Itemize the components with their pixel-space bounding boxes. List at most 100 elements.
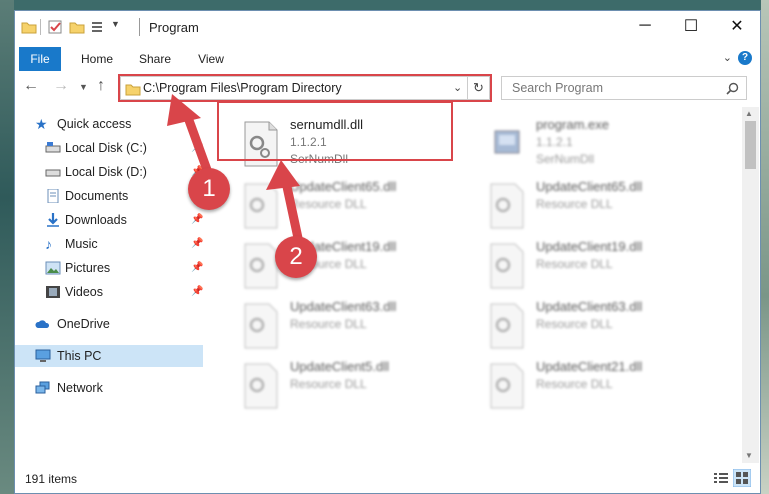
- file-name: UpdateClient65.dll: [290, 179, 397, 194]
- search-icon[interactable]: [726, 82, 739, 95]
- refresh-icon[interactable]: ↻: [473, 80, 484, 96]
- file-item[interactable]: UpdateClient5.dll Resource DLL: [235, 357, 475, 417]
- drive-icon: [45, 142, 61, 153]
- properties-icon[interactable]: [47, 19, 63, 35]
- pin-icon[interactable]: 📌: [191, 209, 203, 231]
- file-highlight-box: [217, 101, 453, 161]
- file-item-program-exe[interactable]: program.exe 1.1.2.1 SerNumDll: [481, 115, 721, 175]
- folder-icon: [21, 22, 37, 34]
- details-view-icon[interactable]: [713, 471, 729, 485]
- videos-icon: [46, 286, 60, 298]
- quick-access-dropdown-icon[interactable]: ▼: [111, 19, 120, 35]
- sidebar-item-downloads[interactable]: Downloads 📌: [15, 209, 203, 231]
- sidebar-item-local-disk-d[interactable]: Local Disk (D:) 📌: [15, 161, 203, 183]
- close-button[interactable]: ✕: [714, 11, 760, 41]
- minimize-button[interactable]: ─: [622, 11, 668, 41]
- step-1-badge: 1: [188, 168, 230, 210]
- address-dropdown-icon[interactable]: ⌄: [453, 81, 462, 94]
- forward-arrow-icon[interactable]: →: [53, 77, 69, 95]
- network-icon: [35, 381, 50, 394]
- recent-locations-icon[interactable]: ▼: [79, 82, 88, 92]
- sidebar-item-music[interactable]: ♪ Music 📌: [15, 233, 203, 255]
- ribbon-tabs: File Home Share View ⌄ ?: [15, 47, 760, 71]
- sidebar-item-network[interactable]: Network: [15, 377, 203, 399]
- scroll-thumb[interactable]: [745, 121, 756, 169]
- file-item[interactable]: UpdateClient63.dll Resource DLL: [235, 297, 475, 357]
- file-description: Resource DLL: [290, 317, 367, 331]
- up-arrow-icon[interactable]: ↑: [97, 77, 105, 95]
- tab-share[interactable]: Share: [133, 47, 177, 71]
- file-description: Resource DLL: [536, 257, 613, 271]
- star-icon: ★: [35, 116, 48, 132]
- file-item[interactable]: UpdateClient65.dll Resource DLL: [481, 177, 721, 237]
- step-2-badge: 2: [275, 236, 317, 278]
- dll-file-icon: [490, 303, 524, 349]
- sidebar-item-quick-access[interactable]: ★ Quick access: [15, 113, 203, 135]
- vertical-scrollbar[interactable]: ▲ ▼: [742, 107, 759, 463]
- sidebar-item-local-disk-c[interactable]: Local Disk (C:) 📌: [15, 137, 203, 159]
- expand-ribbon-icon[interactable]: ⌄: [723, 51, 732, 64]
- scroll-up-icon[interactable]: ▲: [745, 109, 753, 118]
- file-name: UpdateClient65.dll: [536, 179, 643, 194]
- file-item[interactable]: UpdateClient65.dll Resource DLL: [235, 177, 475, 237]
- status-bar: 191 items: [15, 463, 760, 493]
- exe-file-icon: [494, 130, 520, 154]
- tab-home[interactable]: Home: [75, 47, 119, 71]
- file-name: UpdateClient5.dll: [290, 359, 390, 374]
- item-count: 191 items: [25, 472, 78, 486]
- pin-icon[interactable]: 📌: [191, 257, 203, 279]
- title-separator: [139, 18, 140, 36]
- file-description: SerNumDll: [536, 152, 595, 166]
- sidebar-item-videos[interactable]: Videos 📌: [15, 281, 203, 303]
- title-bar: ▼ Program ─ ☐ ✕: [15, 11, 760, 41]
- onedrive-icon: [35, 320, 50, 328]
- tab-file[interactable]: File: [19, 47, 61, 71]
- search-box[interactable]: [501, 76, 747, 100]
- window-title: Program: [149, 20, 199, 35]
- drive-icon: [45, 169, 61, 177]
- maximize-button[interactable]: ☐: [668, 11, 714, 41]
- scroll-down-icon[interactable]: ▼: [745, 451, 753, 460]
- sidebar-item-this-pc[interactable]: This PC: [15, 345, 203, 367]
- documents-icon: [47, 189, 59, 203]
- pin-icon[interactable]: 📌: [191, 233, 203, 255]
- downloads-icon: [47, 213, 59, 227]
- file-description: Resource DLL: [536, 317, 613, 331]
- file-description: Resource DLL: [290, 197, 367, 211]
- tiles-view-icon[interactable]: [733, 469, 751, 487]
- navigation-pane: ★ Quick access Local Disk (C:) 📌 Local D…: [15, 107, 203, 463]
- dll-file-icon: [244, 183, 278, 229]
- file-item[interactable]: UpdateClient21.dll Resource DLL: [481, 357, 721, 417]
- explorer-window: ▼ Program ─ ☐ ✕ File Home Share View ⌄ ?…: [14, 10, 761, 494]
- file-name: program.exe: [536, 117, 609, 132]
- file-description: Resource DLL: [536, 377, 613, 391]
- file-name: UpdateClient63.dll: [536, 299, 643, 314]
- toolbar-separator: [40, 19, 41, 35]
- customize-toolbar-icon[interactable]: [91, 19, 107, 35]
- tab-view[interactable]: View: [189, 47, 233, 71]
- dll-file-icon: [244, 303, 278, 349]
- address-bar[interactable]: C:\Program Files\Program Directory ⌄ ↻: [120, 76, 490, 100]
- sidebar-item-documents[interactable]: Documents 📌: [15, 185, 203, 207]
- pictures-icon: [45, 261, 61, 275]
- new-folder-icon[interactable]: [69, 19, 85, 35]
- file-name: UpdateClient19.dll: [536, 239, 643, 254]
- sidebar-item-onedrive[interactable]: OneDrive: [15, 313, 203, 335]
- address-path: C:\Program Files\Program Directory: [143, 81, 342, 95]
- sidebar-item-pictures[interactable]: Pictures 📌: [15, 257, 203, 279]
- file-item[interactable]: UpdateClient19.dll Resource DLL: [481, 237, 721, 297]
- pin-icon[interactable]: 📌: [191, 281, 203, 303]
- pc-icon: [35, 349, 51, 362]
- file-name: UpdateClient63.dll: [290, 299, 397, 314]
- file-item[interactable]: UpdateClient19.dll Resource DLL: [235, 237, 475, 297]
- back-arrow-icon[interactable]: ←: [23, 77, 39, 95]
- file-version: 1.1.2.1: [536, 135, 573, 149]
- help-icon[interactable]: ?: [738, 51, 752, 65]
- search-input[interactable]: [502, 77, 722, 99]
- dll-file-icon: [490, 183, 524, 229]
- file-description: Resource DLL: [290, 377, 367, 391]
- file-description: Resource DLL: [536, 197, 613, 211]
- file-item[interactable]: UpdateClient63.dll Resource DLL: [481, 297, 721, 357]
- pin-icon[interactable]: 📌: [191, 137, 203, 159]
- dll-file-icon: [490, 243, 524, 289]
